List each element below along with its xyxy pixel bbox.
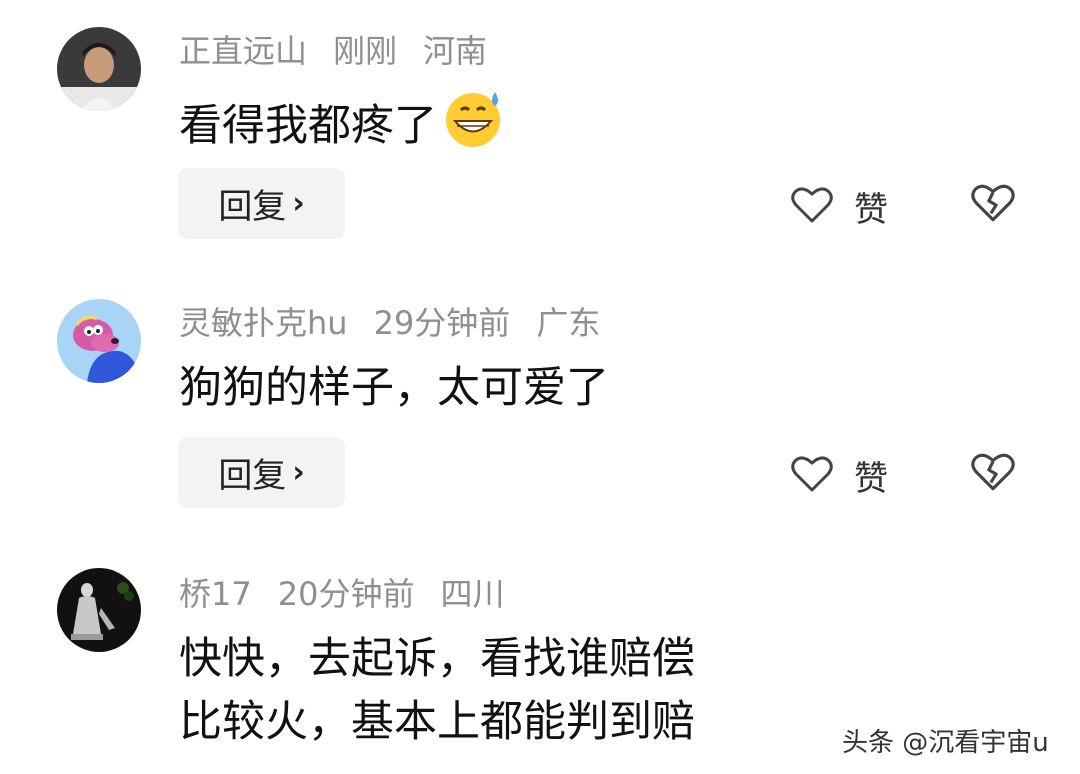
timestamp: 20分钟前 [277, 575, 415, 613]
reply-label: 回复 [218, 187, 287, 227]
heart-icon [790, 454, 834, 498]
location: 广东 [536, 304, 601, 342]
reply-button[interactable]: 回复 › [178, 168, 345, 239]
username[interactable]: 灵敏扑克hu [179, 304, 348, 342]
chevron-right-icon: › [292, 455, 305, 490]
cartoon-dog-avatar-icon [57, 299, 141, 383]
comment-text-content: 快快，去起诉，看找谁赔偿 [179, 634, 695, 684]
heart-icon [790, 185, 834, 229]
reply-label: 回复 [218, 456, 287, 496]
timestamp: 刚刚 [333, 32, 398, 70]
comment-text-line: 比较火，基本上都能判到赔 [179, 694, 695, 750]
avatar[interactable] [57, 27, 141, 111]
comment-text-line: 快快，去起诉，看找谁赔偿 [179, 631, 695, 687]
statue-avatar-icon [57, 568, 141, 652]
comment-text: 看得我都疼了 [179, 88, 505, 162]
chevron-right-icon: › [292, 186, 305, 221]
broken-heart-icon [970, 453, 1016, 497]
broken-heart-icon [970, 184, 1016, 228]
like-label: 赞 [854, 459, 888, 499]
username[interactable]: 正直远山 [179, 32, 307, 70]
comment-meta: 桥17 20分钟前 四川 [179, 574, 530, 614]
location: 四川 [440, 575, 505, 613]
comment-text-content: 比较火，基本上都能判到赔 [179, 697, 695, 747]
dislike-button[interactable] [970, 182, 1016, 228]
comment-text: 狗狗的样子，太可爱了 [179, 360, 609, 416]
watermark: 头条 @沉看宇宙u [842, 728, 1049, 758]
comment-meta: 灵敏扑克hu 29分钟前 广东 [179, 303, 626, 343]
comment-text-content: 狗狗的样子，太可爱了 [179, 363, 609, 413]
dislike-button[interactable] [970, 451, 1016, 497]
reply-button[interactable]: 回复 › [178, 437, 345, 508]
grinning-sweat-emoji-icon [441, 88, 505, 162]
location: 河南 [423, 32, 488, 70]
like-label: 赞 [854, 190, 888, 230]
user-avatar-icon [57, 27, 141, 111]
username[interactable]: 桥17 [179, 575, 252, 613]
like-button[interactable]: 赞 [790, 451, 888, 500]
avatar[interactable] [57, 299, 141, 383]
comment-text-content: 看得我都疼了 [179, 101, 437, 151]
timestamp: 29分钟前 [373, 304, 511, 342]
comment-meta: 正直远山 刚刚 河南 [179, 31, 513, 71]
like-button[interactable]: 赞 [790, 182, 888, 231]
avatar[interactable] [57, 568, 141, 652]
